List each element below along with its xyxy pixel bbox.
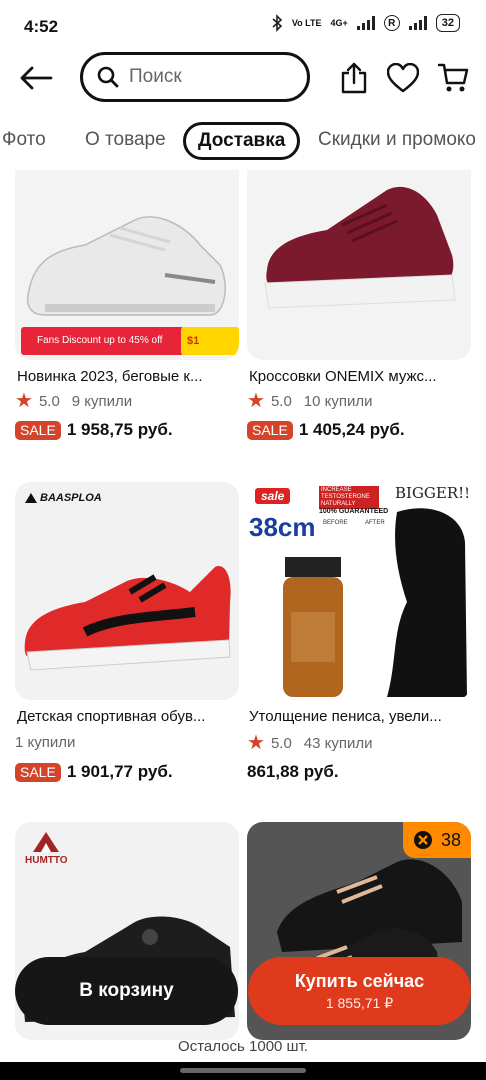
product-price: 1 901,77 руб.: [66, 762, 173, 781]
tab-photo[interactable]: Фото: [2, 122, 46, 160]
rating-value: 5.0: [270, 734, 292, 752]
status-time: 4:52: [24, 17, 59, 36]
product-price-row: 861,88 руб.: [247, 762, 339, 782]
search-box[interactable]: [80, 52, 310, 102]
product-price-row: SALE 1 958,75 руб.: [15, 420, 173, 440]
discount-count: 38: [440, 829, 461, 850]
rating-value: 5.0: [38, 392, 60, 410]
bought-count: 1 купили: [15, 734, 76, 751]
favorite-button[interactable]: [383, 58, 423, 98]
signal-icon-2: [408, 16, 427, 30]
product-price: 1 405,24 руб.: [298, 420, 405, 439]
discount-icon: [413, 831, 432, 849]
status-icons: Vo LTE 4G+ R 32: [271, 14, 460, 32]
arrow-left-icon: [20, 66, 53, 90]
coupon-banner: $1 coupon: [181, 327, 239, 355]
add-to-cart-button[interactable]: В корзину: [15, 957, 238, 1025]
battery-icon: 32: [435, 14, 460, 32]
star-icon: ★: [247, 732, 265, 754]
product-price-row: SALE 1 901,77 руб.: [15, 762, 173, 782]
bought-count: 10 купили: [303, 392, 373, 410]
product-card[interactable]: Кроссовки ONEMIX мужс... ★ 5.0 10 купили…: [247, 170, 471, 440]
share-icon: [341, 62, 367, 94]
sale-badge: SALE: [15, 420, 61, 440]
product-title[interactable]: Кроссовки ONEMIX мужс...: [249, 368, 471, 385]
tab-about[interactable]: О товаре: [85, 122, 166, 160]
back-button[interactable]: [16, 58, 56, 98]
home-indicator[interactable]: [0, 1062, 486, 1080]
share-button[interactable]: [334, 58, 374, 98]
product-image[interactable]: [247, 170, 471, 360]
brand-logo: HUMTTO: [25, 830, 68, 866]
search-icon: [97, 66, 119, 88]
brand-logo: BAASPLOA: [25, 492, 102, 504]
product-rating: 1 купили: [15, 734, 75, 751]
product-rating: ★ 5.0 10 купили: [247, 390, 373, 412]
brand-name: BAASPLOA: [40, 492, 102, 504]
product-title[interactable]: Детская спортивная обув...: [17, 708, 239, 725]
product-price: 1 958,75 руб.: [66, 420, 173, 439]
network-type: 4G+: [330, 17, 348, 28]
stock-remaining: Осталось 1000 шт.: [178, 1038, 308, 1055]
product-image[interactable]: sale INCREASE TESTOSTERONE NATURALLY 100…: [247, 482, 471, 700]
bought-count: 9 купили: [71, 392, 133, 410]
bottom-action-bar: В корзину Купить сейчас 1 855,71 ₽: [0, 955, 486, 1025]
discount-chip: 38: [402, 822, 471, 858]
star-icon: ★: [247, 390, 265, 412]
signal-icon: [356, 16, 375, 30]
status-bar: 4:52 Vo LTE 4G+ R 32: [0, 0, 486, 52]
cart-button[interactable]: [434, 58, 474, 98]
sale-badge: SALE: [247, 420, 293, 440]
buy-now-label: Купить сейчас: [294, 970, 425, 991]
product-title[interactable]: Утолщение пениса, увели...: [249, 708, 471, 725]
heart-icon: [387, 63, 419, 93]
bluetooth-icon: [271, 14, 283, 32]
product-price-row: SALE 1 405,24 руб.: [247, 420, 405, 440]
product-image[interactable]: Fans Discount up to 45% off $1 coupon: [15, 170, 239, 360]
search-input[interactable]: [129, 66, 289, 88]
cart-icon: [438, 63, 469, 92]
product-rating: ★ 5.0 43 купили: [247, 732, 373, 754]
buy-now-button[interactable]: Купить сейчас 1 855,71 ₽: [248, 957, 471, 1025]
product-price: 861,88 руб.: [247, 762, 339, 781]
bought-count: 43 купили: [303, 734, 373, 752]
volte-icon: Vo LTE: [291, 17, 322, 28]
star-icon: ★: [15, 390, 33, 412]
roaming-icon: R: [383, 15, 400, 31]
product-card[interactable]: sale INCREASE TESTOSTERONE NATURALLY 100…: [247, 482, 471, 781]
buy-now-price: 1 855,71 ₽: [325, 994, 394, 1011]
product-title[interactable]: Новинка 2023, беговые к...: [17, 368, 239, 385]
tab-delivery[interactable]: Доставка: [183, 122, 301, 160]
product-image[interactable]: BAASPLOA: [15, 482, 239, 700]
product-card[interactable]: Fans Discount up to 45% off $1 coupon Но…: [15, 170, 239, 440]
sale-badge: SALE: [15, 762, 61, 782]
brand-name: HUMTTO: [25, 855, 68, 866]
header: [0, 52, 486, 102]
rating-value: 5.0: [270, 392, 292, 410]
product-tabs: Фото О товаре Доставка Скидки и промоко: [0, 120, 486, 164]
discount-banner: Fans Discount up to 45% off: [21, 327, 185, 355]
tab-discounts[interactable]: Скидки и промоко: [318, 122, 476, 160]
product-rating: ★ 5.0 9 купили: [15, 390, 133, 412]
product-card[interactable]: BAASPLOA Детская спортивная обув... 1 ку…: [15, 482, 239, 782]
